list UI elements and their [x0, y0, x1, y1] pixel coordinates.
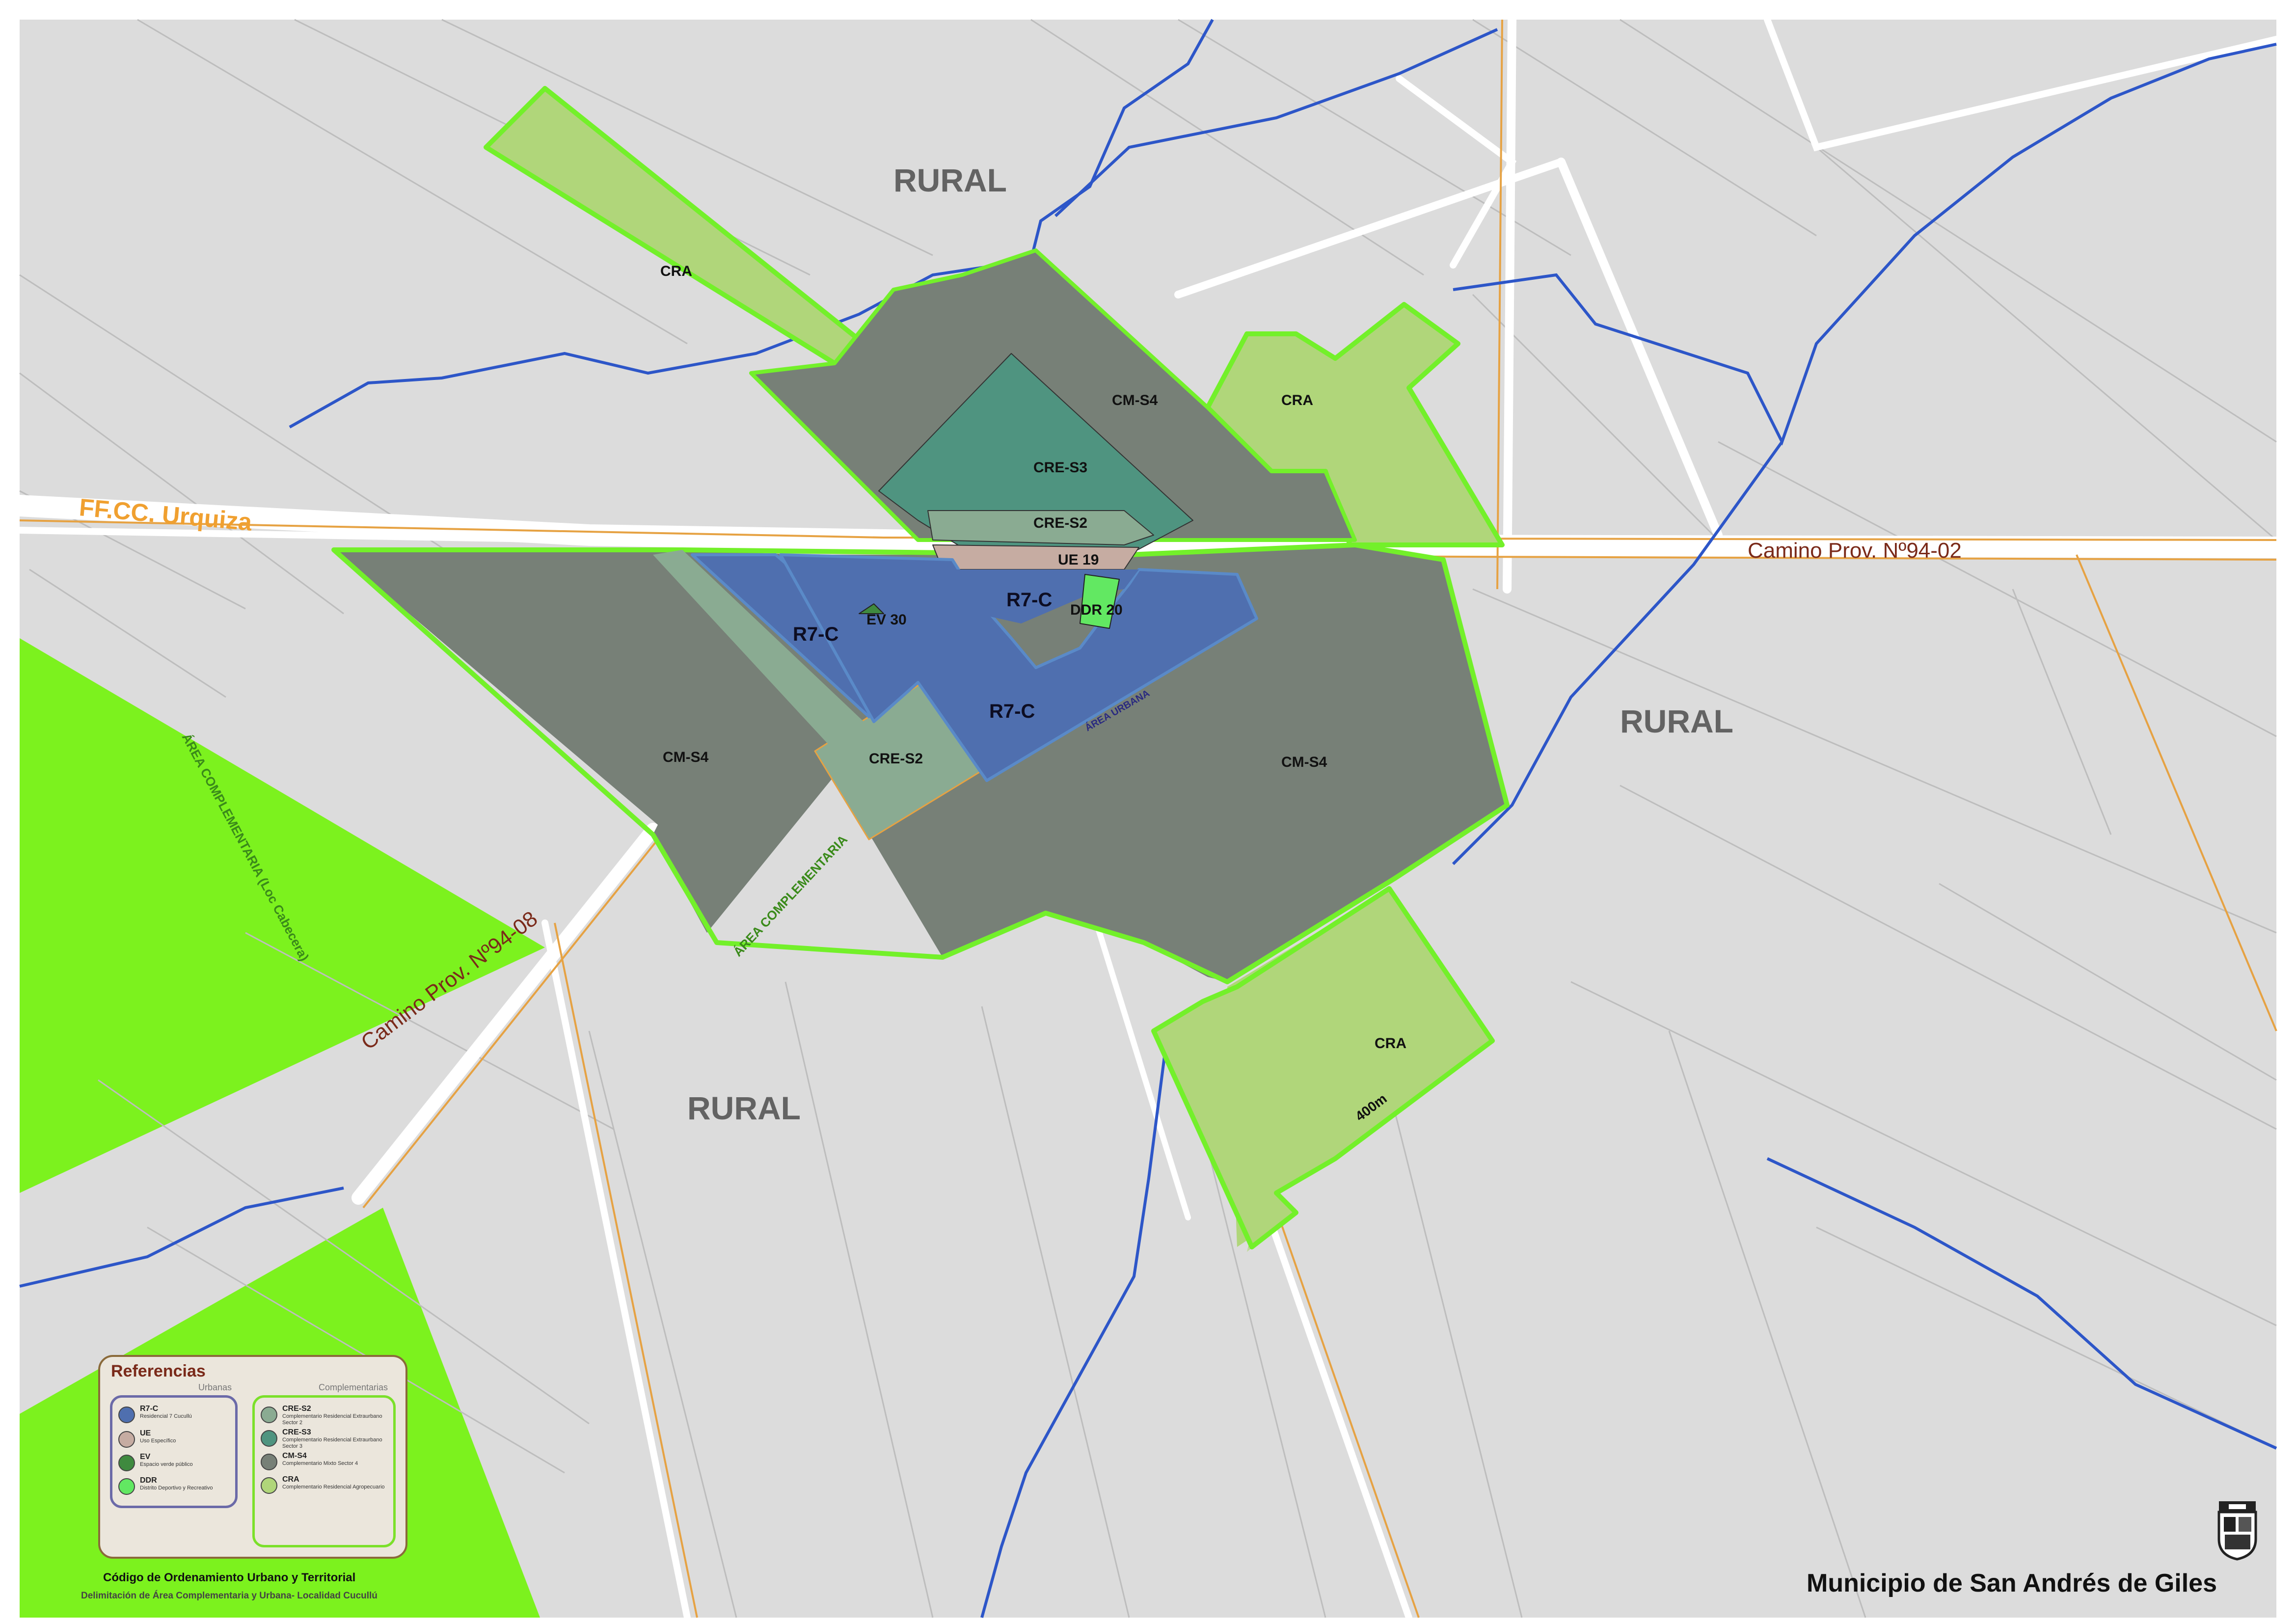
legend-swatch-r7c: [118, 1407, 135, 1423]
road-label-east: Camino Prov. Nº94-02: [1748, 539, 1962, 563]
legend-item-cre-s3: CRE-S3 Complementario Residencial Extrau…: [261, 1428, 383, 1453]
zone-label-ue: UE 19: [1058, 552, 1099, 568]
legend-swatch-ddr: [118, 1478, 135, 1495]
legend-urbanas-heading: Urbanas: [198, 1382, 232, 1392]
legend-complementarias-group: CRE-S2 Complementario Residencial Extrau…: [252, 1395, 396, 1547]
zone-label-r7c-south: R7-C: [989, 701, 1035, 722]
legend-item-r7c: R7-C Residencial 7 Cucullú: [118, 1405, 241, 1429]
zone-label-cre-s2-north: CRE-S2: [1033, 515, 1087, 531]
legend-desc: Uso Específico: [140, 1438, 176, 1444]
legend-urbanas-group: R7-C Residencial 7 Cucullú UE Uso Especí…: [110, 1395, 238, 1508]
legend-swatch-cra: [261, 1477, 277, 1494]
municipio-title: Municipio de San Andrés de Giles: [1807, 1569, 2217, 1597]
legend-swatch-cm-s4: [261, 1454, 277, 1470]
zone-label-cra-northeast: CRA: [1281, 392, 1313, 408]
legend-code: CRA: [282, 1475, 299, 1484]
legend-item-ue: UE Uso Específico: [118, 1429, 241, 1454]
zone-label-cra-south: CRA: [1375, 1035, 1406, 1052]
zone-label-ddr: DDR 20: [1070, 602, 1123, 618]
map-subtitle: Delimitación de Área Complementaria y Ur…: [81, 1591, 378, 1601]
legend-item-cra: CRA Complementario Residencial Agropecua…: [261, 1475, 385, 1500]
legend-desc: Distrito Deportivo y Recreativo: [140, 1485, 213, 1491]
legend-title: Referencias: [111, 1362, 206, 1380]
legend-swatch-ue: [118, 1431, 135, 1448]
legend-desc: Complementario Residencial Agropecuario: [282, 1484, 385, 1490]
legend-desc: Residencial 7 Cucullú: [140, 1413, 192, 1419]
legend-desc: Complementario Mixto Sector 4: [282, 1461, 358, 1466]
legend: Referencias Urbanas Complementarias R7-C…: [98, 1355, 407, 1559]
legend-desc: Complementario Residencial Extraurbano S…: [282, 1413, 382, 1426]
zone-label-cre-s2-south: CRE-S2: [869, 751, 923, 767]
legend-swatch-cre-s2: [261, 1407, 277, 1423]
legend-code: EV: [140, 1453, 151, 1461]
zone-ue: [932, 544, 1139, 570]
legend-code: UE: [140, 1429, 151, 1437]
rural-label-east: RURAL: [1620, 703, 1733, 739]
rural-label-north: RURAL: [893, 162, 1007, 198]
legend-item-ev: EV Espacio verde público: [118, 1453, 241, 1477]
legend-complementarias-heading: Complementarias: [319, 1382, 388, 1392]
zone-label-cm-s4-north: CM-S4: [1112, 392, 1158, 408]
code-title: Código de Ordenamiento Urbano y Territor…: [103, 1571, 356, 1584]
municipal-crest-icon: [2217, 1501, 2257, 1561]
legend-code: CRE-S2: [282, 1405, 311, 1413]
legend-swatch-ev: [118, 1455, 135, 1471]
legend-desc: Espacio verde público: [140, 1461, 193, 1467]
zone-label-r7c-west: R7-C: [793, 623, 838, 645]
zone-label-ev: EV 30: [866, 612, 907, 628]
legend-code: R7-C: [140, 1405, 159, 1413]
legend-desc: Complementario Residencial Extraurbano S…: [282, 1437, 382, 1449]
legend-swatch-cre-s3: [261, 1430, 277, 1447]
legend-code: CRE-S3: [282, 1428, 311, 1436]
zone-label-cm-s4-west: CM-S4: [663, 749, 709, 765]
legend-item-cm-s4: CM-S4 Complementario Mixto Sector 4: [261, 1452, 383, 1476]
rural-label-southwest: RURAL: [687, 1090, 801, 1126]
legend-code: CM-S4: [282, 1452, 307, 1460]
zone-label-cm-s4-east: CM-S4: [1281, 754, 1327, 770]
legend-item-ddr: DDR Distrito Deportivo y Recreativo: [118, 1476, 241, 1501]
legend-item-cre-s2: CRE-S2 Complementario Residencial Extrau…: [261, 1405, 383, 1429]
legend-code: DDR: [140, 1476, 157, 1485]
zone-label-r7c-center: R7-C: [1006, 589, 1052, 611]
zone-label-cra-northwest: CRA: [660, 263, 692, 279]
zone-label-cre-s3: CRE-S3: [1033, 460, 1087, 476]
